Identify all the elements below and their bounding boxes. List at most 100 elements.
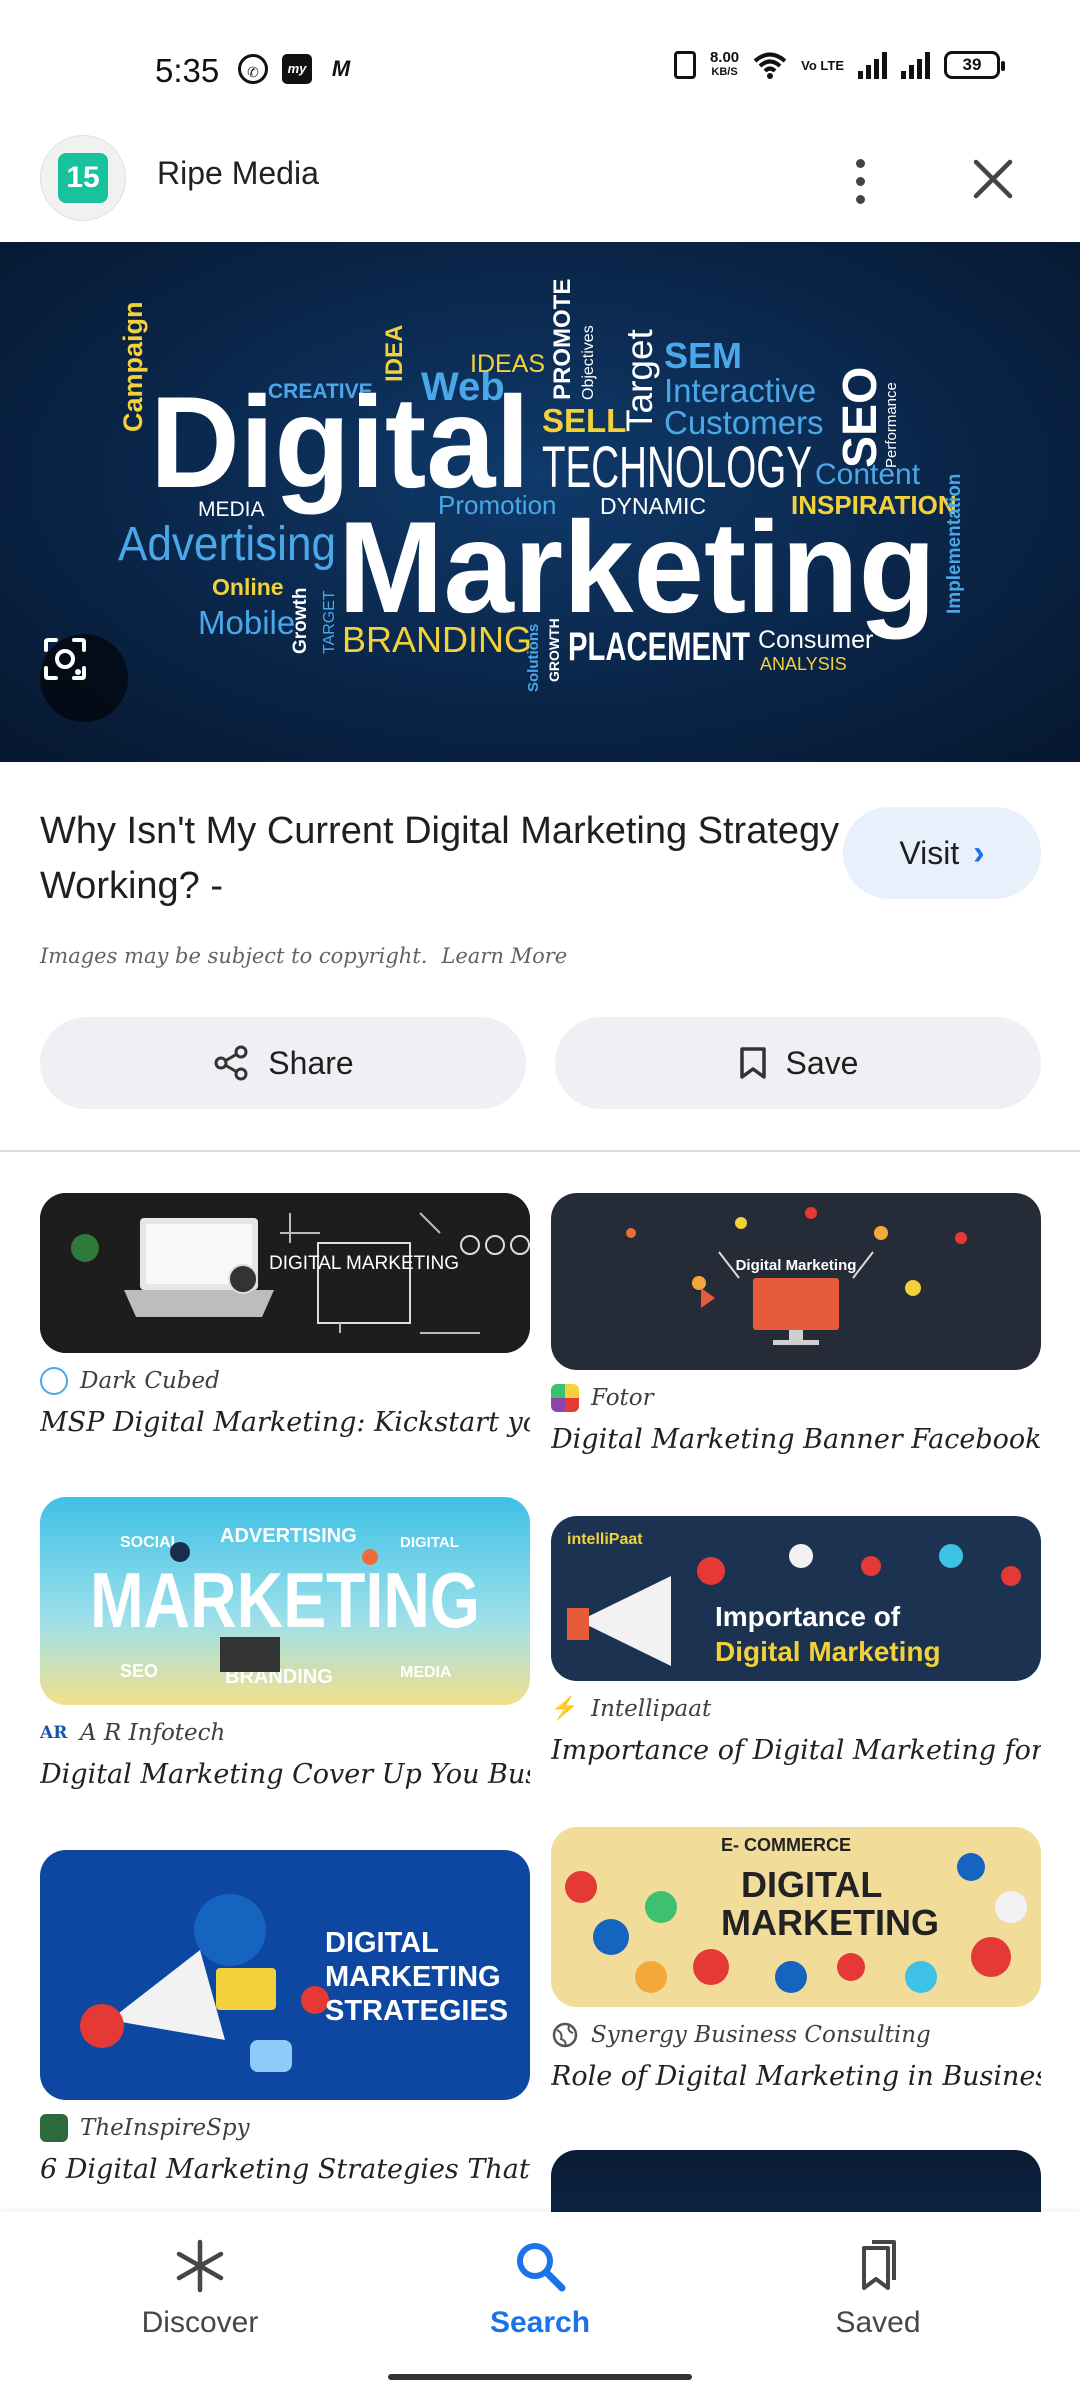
related-thumbnail: E- COMMERCE DIGITAL MARKETING [551,1827,1041,2007]
word-content: Content [815,458,921,491]
source-name: TheInspireSpy [80,2115,250,2141]
source-icon [40,2114,68,2142]
related-card[interactable]: DIGITAL MARKETING Dark Cubed MSP Digital… [40,1193,530,1438]
volte-indicator: Vo LTE [801,57,844,73]
word-mobile: Mobile [198,604,295,641]
thumb-sub: SEO [120,1661,158,1681]
chevron-right-icon: › [973,833,985,872]
word-consumer: Consumer [758,626,873,654]
word-growth-2: GROWTH [546,618,562,682]
related-card[interactable]: intelliPaat Importance of Digital Market… [551,1516,1041,1766]
source-name: A R Infotech [80,1720,226,1746]
source-name: Dark Cubed [80,1368,220,1394]
lens-search-button[interactable] [40,634,128,722]
nav-search[interactable]: Search [430,2238,650,2340]
related-card[interactable]: E- COMMERCE DIGITAL MARKETING Synergy Bu… [551,1827,1041,2092]
site-name[interactable]: Ripe Media [157,155,319,192]
learn-more-link[interactable]: Learn More [441,944,567,968]
network-speed: 8.00 KB/S [709,49,740,78]
word-objectives: Objectives [580,325,597,400]
thumb-sub: DIGITAL [400,1534,459,1551]
notification-icons: ✆ my M [238,54,356,84]
whatsapp-icon: ✆ [238,54,268,84]
wifi-icon [753,52,787,79]
hero-image[interactable]: Campaign CREATIVE IDEA Web IDEAS PROMOTE… [0,242,1080,762]
related-card[interactable]: DIGITAL MARKETING STRATEGIES TheInspireS… [40,1850,530,2185]
thumb-text: Importance of [715,1601,901,1632]
home-indicator[interactable] [388,2374,692,2380]
related-card[interactable]: Digital Marketing Fotor Digital Marketin… [551,1193,1041,1455]
related-card[interactable]: MARKETING SOCIAL ADVERTISING DIGITAL SEO… [40,1497,530,1790]
word-sell: SELL [542,402,626,439]
word-implementation: Implementation [944,474,965,614]
thumb-sub: ADVERTISING [220,1525,357,1547]
site-logo[interactable]: 15 [40,135,126,221]
thumb-text: DIGITAL MARKETING [269,1253,459,1274]
related-thumbnail: intelliPaat Importance of Digital Market… [551,1516,1041,1681]
source-icon [551,1384,579,1412]
thumb-text: MARKETING [90,1556,480,1644]
word-branding: BRANDING [342,619,532,660]
related-thumbnail: MARKETING SOCIAL ADVERTISING DIGITAL SEO… [40,1497,530,1705]
related-thumbnail: DIGITAL MARKETING STRATEGIES [40,1850,530,2100]
word-technology: TECHNOLOGY [542,435,812,500]
word-online: Online [212,574,284,600]
word-analysis: ANALYSIS [760,654,847,674]
source-icon: AR [40,1719,68,1747]
word-campaign: Campaign [118,301,148,432]
save-button[interactable]: Save [555,1017,1041,1109]
close-icon[interactable] [966,152,1020,206]
search-icon [517,2243,566,2292]
thumb-text: MARKETING [721,1902,939,1943]
word-performance: Performance [883,382,900,468]
status-indicators: 8.00 KB/S Vo LTE 39 [673,49,1005,80]
thumb-text: DIGITAL [741,1864,882,1905]
word-sem: SEM [664,335,742,376]
asterisk-icon [176,2239,224,2293]
status-time: 5:35 [155,52,220,89]
word-growth: Growth [290,588,311,655]
thumb-text: Digital Marketing [715,1636,941,1667]
signal-icon-2 [901,51,930,79]
share-icon [214,1045,248,1081]
nav-saved[interactable]: Saved [768,2238,988,2340]
nav-discover[interactable]: Discover [90,2238,310,2340]
word-solutions: Solutions [525,624,542,692]
word-advertising: Advertising [118,518,336,571]
related-title: Importance of Digital Marketing for t. [551,1735,1041,1766]
collections-icon [862,2240,896,2290]
related-title: 6 Digital Marketing Strategies That . [40,2154,530,2185]
visit-button[interactable]: Visit › [843,807,1041,899]
thumb-text: DIGITAL [325,1927,439,1959]
thumb-text: E- COMMERCE [721,1835,851,1855]
m-app-icon: M [331,56,351,81]
source-icon: ⚡ [551,1695,579,1723]
more-options-button[interactable] [840,148,880,214]
word-placement: PLACEMENT [568,625,750,669]
word-target-2: TARGET [321,590,338,654]
source-name: Intellipaat [591,1696,712,1722]
related-title: Digital Marketing Cover Up You Busi. [40,1759,530,1790]
globe-icon [552,2022,578,2048]
divider [0,1150,1080,1152]
signal-icon-1 [858,51,887,79]
source-icon [40,1367,68,1395]
related-title: MSP Digital Marketing: Kickstart yo. [40,1407,530,1438]
share-button[interactable]: Share [40,1017,526,1109]
lens-icon [44,638,86,680]
related-thumbnail: DIGITAL MARKETING [40,1193,530,1353]
result-header: 15 Ripe Media [0,130,1080,242]
related-title: Digital Marketing Banner Facebook C. [551,1424,1041,1455]
thumb-text: Digital Marketing [736,1257,857,1274]
status-bar: 5:35 ✆ my M 8.00 KB/S Vo LTE 39 [0,0,1080,130]
thumb-logo: intelliPaat [567,1531,643,1548]
battery-icon: 39 [944,51,1005,79]
vibrate-icon [673,51,696,79]
word-promote: PROMOTE [549,279,576,400]
copyright-notice: Images may be subject to copyright. Learn… [40,944,568,968]
result-title[interactable]: Why Isn't My Current Digital Marketing S… [40,804,840,914]
thumb-text: STRATEGIES [325,1995,508,2027]
source-name: Synergy Business Consulting [591,2022,931,2048]
source-name: Fotor [591,1385,654,1411]
thumb-text: MARKETING [325,1961,501,1993]
